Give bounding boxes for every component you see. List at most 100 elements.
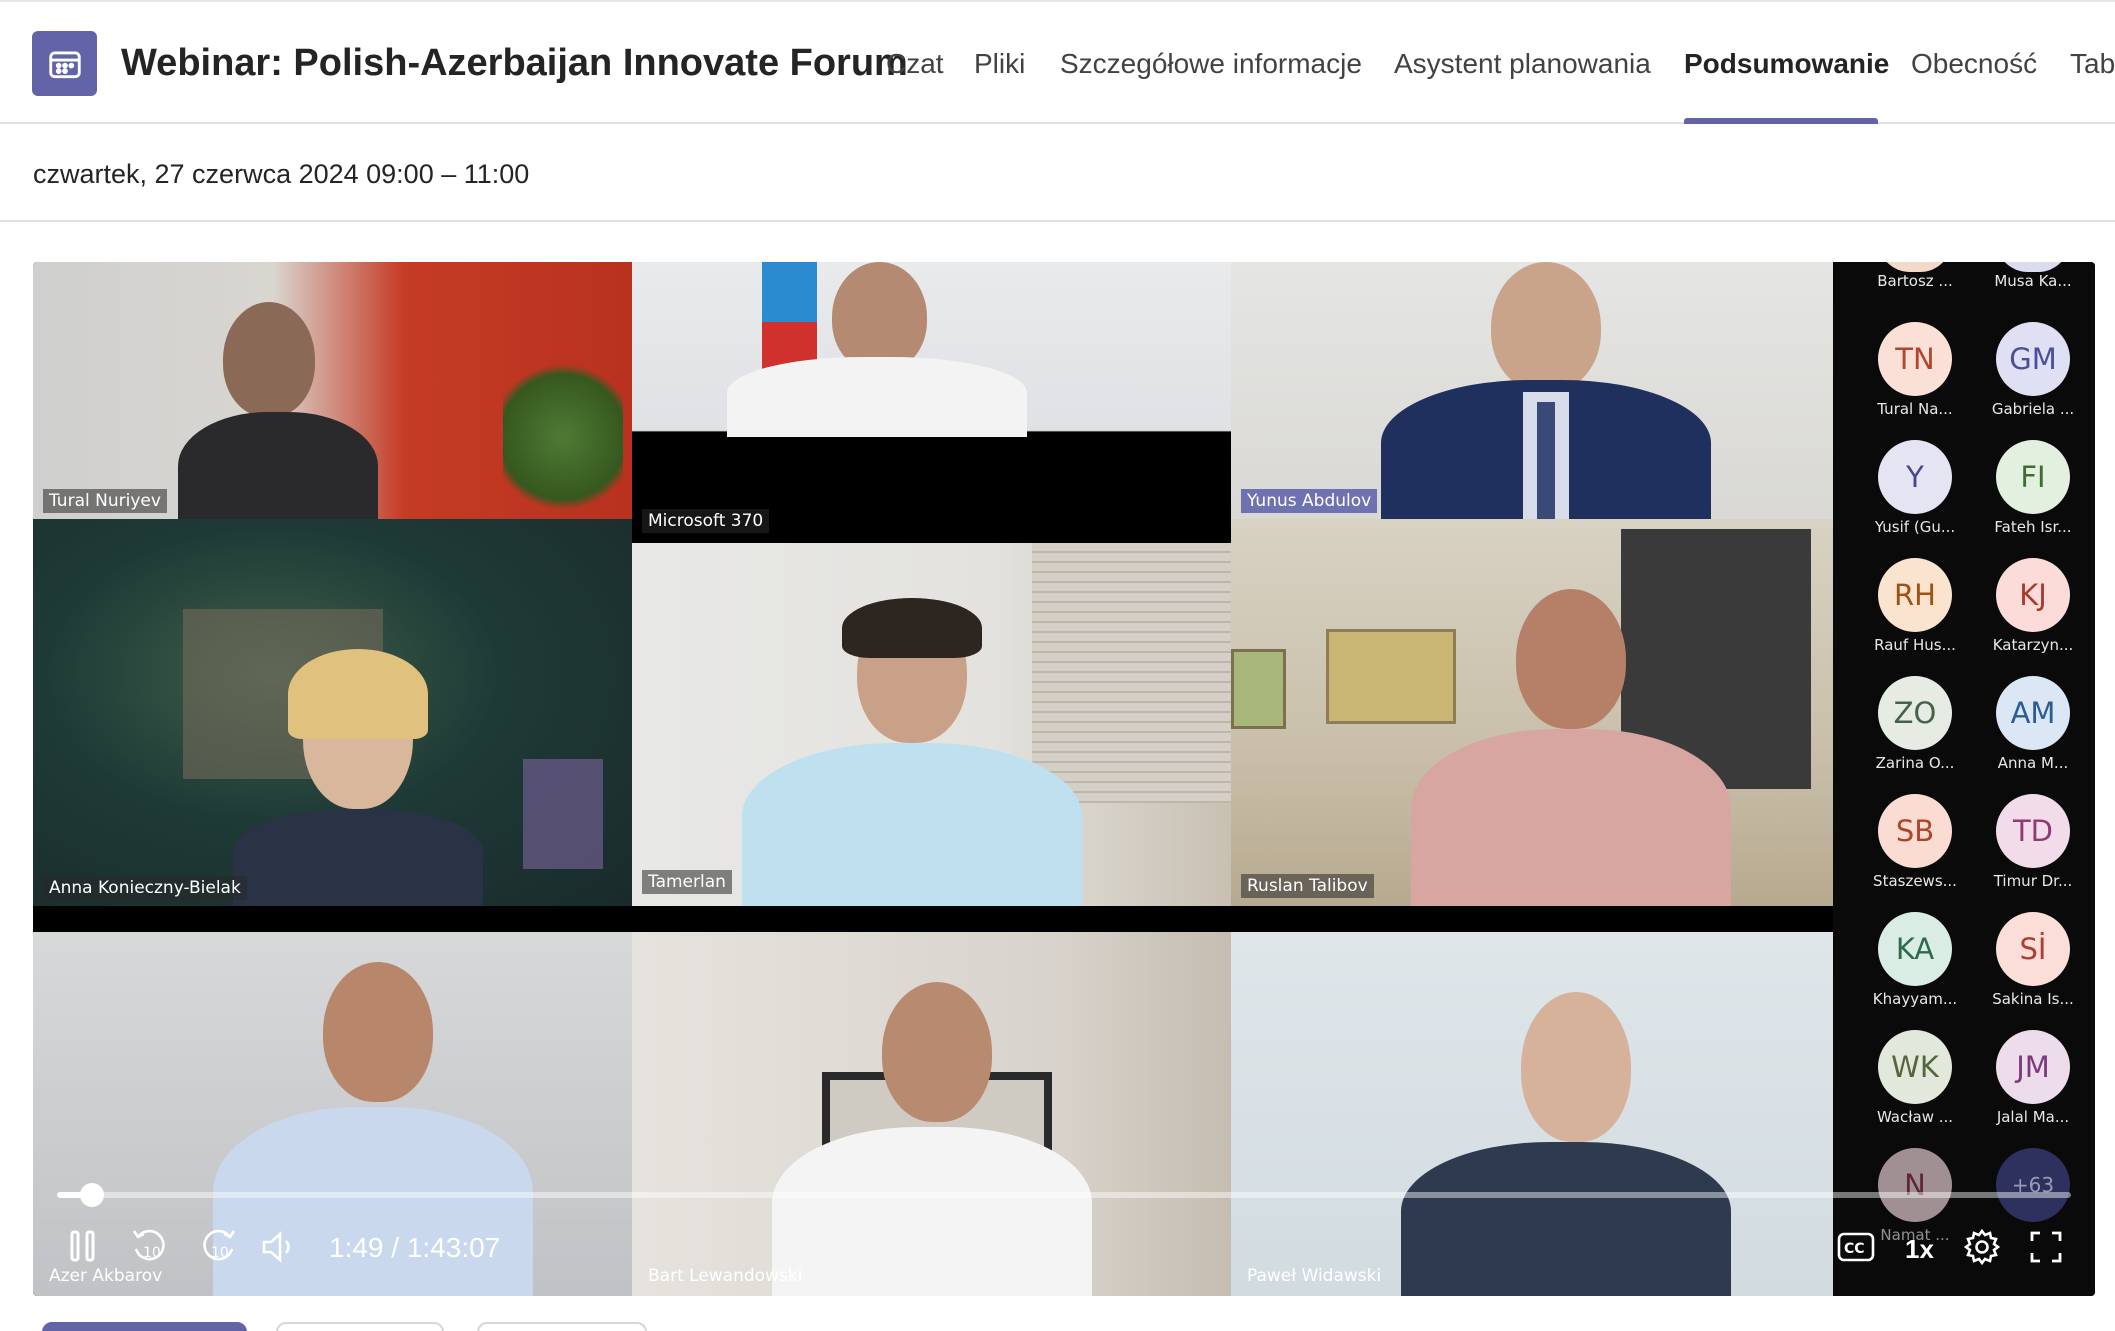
video-tile: Tamerlan [632, 543, 1231, 906]
volume-icon[interactable] [253, 1222, 303, 1272]
video-tile: Tural Nuriyev [33, 262, 632, 519]
roster-item[interactable]: ZO Zarina O... [1856, 676, 1974, 772]
participant-name: Anna Konieczny-Bielak [43, 876, 247, 900]
seek-bar[interactable] [57, 1183, 2071, 1207]
tab-details[interactable]: Szczegółowe informacje [1060, 48, 1362, 80]
meeting-date-row: czwartek, 27 czerwca 2024 09:00 – 11:00 [0, 124, 2115, 222]
avatar: SB [1878, 794, 1952, 868]
video-tile: Anna Konieczny-Bielak [33, 519, 632, 906]
video-tile: Yunus Abdulov [1231, 262, 1833, 519]
captions-icon[interactable]: CC [1833, 1224, 1879, 1270]
roster-item[interactable]: FI Fateh Isr... [1974, 440, 2092, 536]
roster-item[interactable]: TD Timur Dr... [1974, 794, 2092, 890]
more-participants-count: +63 [1996, 1148, 2070, 1222]
participant-video [742, 598, 1082, 906]
tab-attendance[interactable]: Obecność [1911, 48, 2037, 80]
playback-time: 1:49 / 1:43:07 [329, 1232, 501, 1263]
meeting-header: Webinar: Polish-Azerbaijan Innovate Foru… [0, 0, 2115, 124]
skip-seconds-label: 10 [211, 1245, 229, 1261]
participant-video [727, 262, 1027, 437]
avatar: ZO [1878, 676, 1952, 750]
roster-name: Anna M... [1997, 754, 2069, 772]
recap-tab[interactable] [276, 1322, 444, 1331]
recap-tab[interactable] [477, 1322, 647, 1331]
roster-name: Khayyam... [1872, 990, 1958, 1008]
recap-section-tabs [0, 1322, 2115, 1331]
video-tile: Ruslan Talibov [1231, 519, 1833, 906]
tab-whiteboard[interactable]: Tabl [2070, 48, 2115, 80]
roster-name: Jalal Ma... [1996, 1108, 2070, 1126]
avatar: JM [1996, 1030, 2070, 1104]
roster-item[interactable]: WK Wacław ... [1856, 1030, 1974, 1126]
roster-item[interactable]: KA Khayyam... [1856, 912, 1974, 1008]
page-title: Webinar: Polish-Azerbaijan Innovate Foru… [121, 42, 908, 84]
avatar: AM [1996, 676, 2070, 750]
video-tile: Microsoft 370 [632, 262, 1231, 543]
video-tile: Bart Lewandowski [632, 932, 1231, 1296]
roster-name: Sakina Is... [1992, 990, 2074, 1008]
video-tile: Paweł Widawski [1231, 932, 1833, 1296]
avatar [1878, 262, 1952, 272]
participant-video [1381, 262, 1711, 519]
avatar: FI [1996, 440, 2070, 514]
roster-name: Timur Dr... [1993, 872, 2073, 890]
tab-chat[interactable]: Czat [886, 48, 944, 80]
roster-name: Yusif (Gu... [1874, 518, 1956, 536]
roster-item[interactable]: TN Tural Na... [1856, 322, 1974, 418]
tab-scheduling-assistant[interactable]: Asystent planowania [1394, 48, 1651, 80]
participant-video [772, 982, 1092, 1296]
skip-seconds-label: 10 [143, 1245, 161, 1261]
avatar: N [1878, 1148, 1952, 1222]
avatar: Y [1878, 440, 1952, 514]
roster-item[interactable]: KJ Katarzyn... [1974, 558, 2092, 654]
participant-name: Microsoft 370 [642, 509, 770, 533]
tab-recap[interactable]: Podsumowanie [1684, 48, 1889, 80]
forward-10-icon[interactable]: 10 [193, 1222, 243, 1272]
playback-speed-button[interactable]: 1x [1905, 1234, 1934, 1265]
roster-name: Bartosz ... [1877, 272, 1953, 290]
roster-item[interactable]: JM Jalal Ma... [1974, 1030, 2092, 1126]
participant-name: Tural Nuriyev [43, 489, 167, 513]
avatar: TN [1878, 322, 1952, 396]
recording-player[interactable]: Tural Nuriyev Microsoft 370 Yunus Abdulo… [33, 262, 2095, 1296]
roster-item[interactable]: SB Staszews... [1856, 794, 1974, 890]
participant-name: Ruslan Talibov [1241, 874, 1374, 898]
roster-item[interactable]: RH Rauf Hus... [1856, 558, 1974, 654]
avatar: GM [1996, 322, 2070, 396]
seek-bar-thumb[interactable] [80, 1183, 104, 1207]
avatar: KJ [1996, 558, 2070, 632]
participant-video [1411, 589, 1731, 906]
captions-label: CC [1844, 1241, 1865, 1257]
avatar [1996, 262, 2070, 272]
participant-name: Paweł Widawski [1247, 1266, 1382, 1286]
roster-item[interactable]: Musa Ka... [1974, 262, 2092, 290]
meeting-date-time: czwartek, 27 czerwca 2024 09:00 – 11:00 [33, 159, 530, 189]
roster-name: Staszews... [1873, 872, 1957, 890]
roster-name: Fateh Isr... [1994, 518, 2072, 536]
participant-roster: Bartosz ... Musa Ka... TN Tural Na... GM… [1833, 262, 2095, 1296]
participant-video [233, 649, 483, 906]
settings-icon[interactable] [1959, 1224, 2005, 1270]
rewind-10-icon[interactable]: 10 [125, 1222, 175, 1272]
roster-item[interactable]: GM Gabriela ... [1974, 322, 2092, 418]
avatar: KA [1878, 912, 1952, 986]
avatar: RH [1878, 558, 1952, 632]
roster-item[interactable]: AM Anna M... [1974, 676, 2092, 772]
avatar: WK [1878, 1030, 1952, 1104]
roster-name: Rauf Hus... [1874, 636, 1956, 654]
pause-icon[interactable] [61, 1224, 105, 1268]
tab-files[interactable]: Pliki [974, 48, 1025, 80]
fullscreen-icon[interactable] [2023, 1224, 2069, 1270]
roster-name: Musa Ka... [1994, 272, 2072, 290]
roster-overflow[interactable]: +63 [1974, 1148, 2092, 1222]
roster-name: Gabriela ... [1991, 400, 2075, 418]
calendar-icon [32, 31, 97, 96]
roster-item[interactable]: Sİ Sakina Is... [1974, 912, 2092, 1008]
recap-tab[interactable] [42, 1322, 247, 1331]
roster-name: Katarzyn... [1992, 636, 2074, 654]
participant-name: Tamerlan [642, 870, 732, 894]
avatar: TD [1996, 794, 2070, 868]
roster-name: Tural Na... [1877, 400, 1953, 418]
roster-item[interactable]: Bartosz ... [1856, 262, 1974, 290]
roster-item[interactable]: Y Yusif (Gu... [1856, 440, 1974, 536]
